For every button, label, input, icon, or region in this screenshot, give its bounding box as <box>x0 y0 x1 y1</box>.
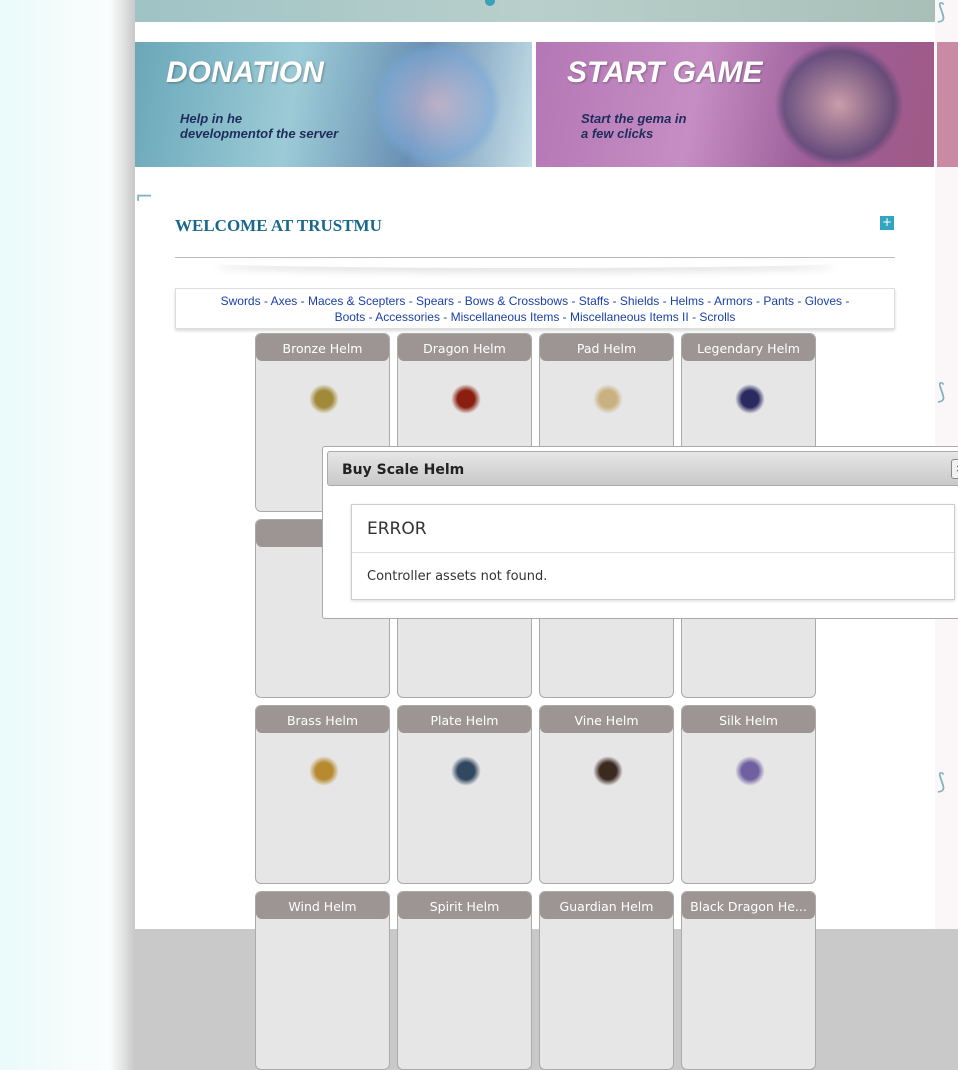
category-link[interactable]: Accessories <box>375 310 440 324</box>
item-card[interactable]: Wind Helm <box>255 891 390 1070</box>
helm-icon <box>309 756 339 786</box>
donation-banner[interactable]: DONATION Help in he developmentof the ser… <box>135 42 532 167</box>
slider-dot[interactable] <box>485 0 495 6</box>
decoration: ⟆ <box>937 0 946 25</box>
category-link[interactable]: Gloves <box>805 294 842 308</box>
item-card[interactable]: Guardian Helm <box>539 891 674 1070</box>
category-link[interactable]: Maces & Scepters <box>308 294 405 308</box>
item-name: Pad Helm <box>540 334 673 361</box>
item-name: Spirit Helm <box>398 892 531 919</box>
item-card[interactable]: Silk Helm <box>681 705 816 884</box>
divider-shadow <box>215 258 835 268</box>
category-link[interactable]: Axes <box>271 294 298 308</box>
category-link[interactable]: Helms <box>670 294 704 308</box>
corner-decoration: ⌐ <box>135 185 154 210</box>
item-name: Wind Helm <box>256 892 389 919</box>
category-link[interactable]: Armors <box>714 294 753 308</box>
category-link[interactable]: Scrolls <box>699 310 735 324</box>
banner-partial[interactable] <box>937 42 958 167</box>
category-link[interactable]: Swords <box>221 294 261 308</box>
category-link[interactable]: Shields <box>620 294 659 308</box>
category-link[interactable]: Spears <box>416 294 454 308</box>
category-link[interactable]: Staffs <box>579 294 609 308</box>
error-message: Controller assets not found. <box>367 569 548 584</box>
category-link[interactable]: Boots <box>335 310 366 324</box>
item-card[interactable]: Plate Helm <box>397 705 532 884</box>
item-name: Bronze Helm <box>256 334 389 361</box>
item-card[interactable]: Vine Helm <box>539 705 674 884</box>
item-name: Dragon Helm <box>398 334 531 361</box>
item-name: Legendary Helm <box>682 334 815 361</box>
helm-icon <box>451 756 481 786</box>
modal-header: Buy Scale Helm ✖ <box>327 451 958 486</box>
category-link[interactable]: Bows & Crossbows <box>465 294 568 308</box>
category-link[interactable]: Pants <box>763 294 794 308</box>
helm-icon <box>451 384 481 414</box>
banner-character-image <box>774 42 904 167</box>
item-name: Brass Helm <box>256 706 389 733</box>
expand-icon[interactable]: + <box>880 216 894 230</box>
error-title: ERROR <box>352 505 954 553</box>
item-name: Silk Helm <box>682 706 815 733</box>
banner-title: START GAME <box>567 56 763 89</box>
banner-title: DONATION <box>166 56 324 89</box>
decoration: ⟆ <box>937 770 946 795</box>
buy-modal: Buy Scale Helm ✖ ERROR Controller assets… <box>322 446 958 619</box>
item-name: Plate Helm <box>398 706 531 733</box>
helm-icon <box>593 756 623 786</box>
modal-title: Buy Scale Helm <box>342 462 465 478</box>
main-content: DONATION Help in he developmentof the ser… <box>135 0 958 1070</box>
error-panel: ERROR Controller assets not found. <box>351 504 955 600</box>
category-nav: Swords - Axes - Maces & Scepters - Spear… <box>175 288 895 329</box>
banner-character-image <box>372 42 502 167</box>
close-icon[interactable]: ✖ <box>951 459 958 479</box>
item-name: Guardian Helm <box>540 892 673 919</box>
banner-subtitle: Start the gema in a few clicks <box>581 111 687 141</box>
helm-icon <box>593 384 623 414</box>
item-card[interactable]: Brass Helm <box>255 705 390 884</box>
item-card[interactable]: Spirit Helm <box>397 891 532 1070</box>
item-name: Vine Helm <box>540 706 673 733</box>
header-slider <box>135 0 935 22</box>
item-card[interactable]: Black Dragon He... <box>681 891 816 1070</box>
item-name: Black Dragon He... <box>682 892 815 919</box>
start-game-banner[interactable]: START GAME Start the gema in a few clicks <box>536 42 934 167</box>
page-title: WELCOME AT TRUSTMU <box>175 216 382 235</box>
category-link[interactable]: Miscellaneous Items II <box>570 310 689 324</box>
banner-subtitle: Help in he developmentof the server <box>180 111 339 141</box>
helm-icon <box>735 384 765 414</box>
category-link[interactable]: Miscellaneous Items <box>451 310 560 324</box>
helm-icon <box>309 384 339 414</box>
helm-icon <box>735 756 765 786</box>
decoration: ⟆ <box>937 380 946 405</box>
